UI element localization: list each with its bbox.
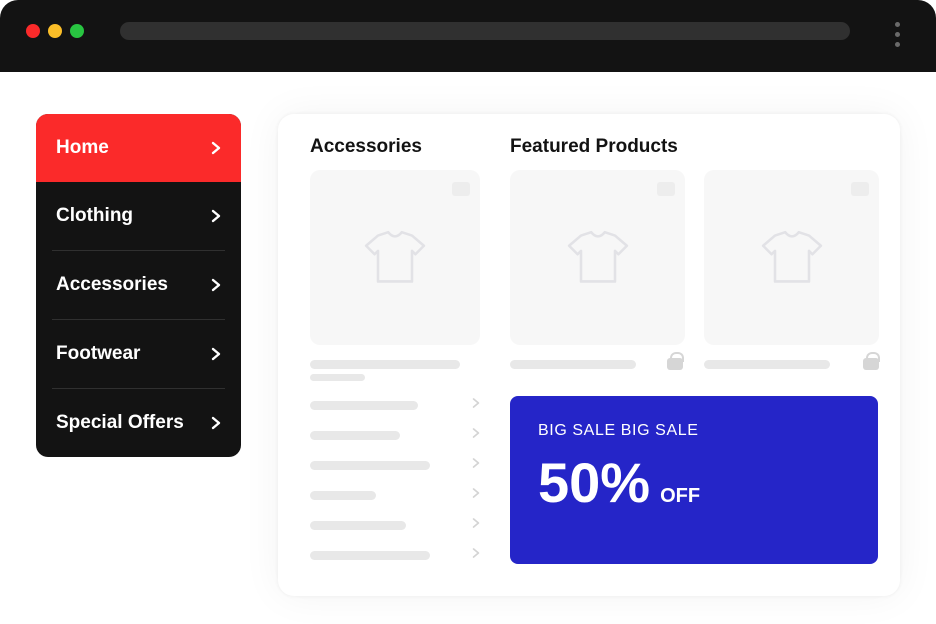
sidebar-item-accessories[interactable]: Accessories bbox=[36, 251, 241, 319]
placeholder-line bbox=[310, 431, 400, 440]
promo-subtitle: BIG SALE BIG SALE bbox=[538, 422, 850, 440]
sidebar-item-label: Special Offers bbox=[56, 412, 184, 434]
chevron-right-icon bbox=[472, 516, 480, 534]
placeholder-line bbox=[310, 461, 430, 470]
placeholder-line bbox=[310, 551, 430, 560]
promo-banner[interactable]: BIG SALE BIG SALE 50% OFF bbox=[510, 396, 878, 564]
kebab-dot bbox=[895, 32, 900, 37]
placeholder-line bbox=[310, 360, 460, 369]
browser-chrome bbox=[0, 0, 936, 72]
tshirt-icon bbox=[758, 229, 826, 294]
cart-icon[interactable] bbox=[863, 354, 879, 372]
window-close-dot[interactable] bbox=[26, 24, 40, 38]
sidebar-item-home[interactable]: Home bbox=[36, 114, 241, 182]
app-frame: Home Clothing Accessories Footwear Speci… bbox=[0, 0, 936, 624]
featured-heading: Featured Products bbox=[510, 136, 678, 158]
accessories-heading: Accessories bbox=[310, 136, 422, 158]
placeholder-line bbox=[704, 360, 830, 369]
tag-icon bbox=[657, 180, 675, 198]
chevron-right-icon bbox=[211, 141, 221, 155]
placeholder-line bbox=[310, 401, 418, 410]
chevron-right-icon bbox=[211, 209, 221, 223]
chevron-right-icon bbox=[472, 546, 480, 564]
sidebar-item-label: Clothing bbox=[56, 205, 133, 227]
promo-percent: 50% bbox=[538, 450, 650, 515]
kebab-menu[interactable] bbox=[895, 22, 900, 47]
chevron-right-icon bbox=[211, 347, 221, 361]
chevron-right-icon bbox=[211, 278, 221, 292]
cart-icon[interactable] bbox=[667, 354, 683, 372]
product-card[interactable] bbox=[510, 170, 685, 345]
address-bar[interactable] bbox=[120, 22, 850, 40]
accessory-sub-item[interactable] bbox=[310, 516, 480, 534]
promo-headline: 50% OFF bbox=[538, 440, 850, 515]
chevron-right-icon bbox=[472, 486, 480, 504]
window-maximize-dot[interactable] bbox=[70, 24, 84, 38]
tshirt-icon bbox=[361, 229, 429, 294]
tag-icon bbox=[452, 180, 470, 198]
window-minimize-dot[interactable] bbox=[48, 24, 62, 38]
chevron-right-icon bbox=[472, 426, 480, 444]
placeholder-line bbox=[310, 491, 376, 500]
placeholder-line bbox=[310, 374, 365, 381]
accessory-sub-item[interactable] bbox=[310, 456, 480, 474]
kebab-dot bbox=[895, 42, 900, 47]
sidebar-menu: Home Clothing Accessories Footwear Speci… bbox=[36, 114, 241, 457]
promo-off: OFF bbox=[660, 485, 700, 507]
kebab-dot bbox=[895, 22, 900, 27]
chevron-right-icon bbox=[472, 456, 480, 474]
accessory-sub-item[interactable] bbox=[310, 486, 480, 504]
sidebar-item-label: Footwear bbox=[56, 343, 140, 365]
sidebar-item-label: Accessories bbox=[56, 274, 168, 296]
tshirt-icon bbox=[564, 229, 632, 294]
chevron-right-icon bbox=[472, 396, 480, 414]
sidebar-item-clothing[interactable]: Clothing bbox=[36, 182, 241, 250]
tag-icon bbox=[851, 180, 869, 198]
sidebar-item-label: Home bbox=[56, 137, 109, 159]
placeholder-line bbox=[310, 521, 406, 530]
product-card[interactable] bbox=[310, 170, 480, 345]
accessory-sub-item[interactable] bbox=[310, 546, 480, 564]
main-panel: Accessories Featured Products BIG bbox=[278, 114, 900, 596]
accessory-sub-item[interactable] bbox=[310, 396, 480, 414]
placeholder-line bbox=[510, 360, 636, 369]
accessory-sub-item[interactable] bbox=[310, 426, 480, 444]
sidebar-item-footwear[interactable]: Footwear bbox=[36, 320, 241, 388]
product-card[interactable] bbox=[704, 170, 879, 345]
chevron-right-icon bbox=[211, 416, 221, 430]
sidebar-item-special-offers[interactable]: Special Offers bbox=[36, 389, 241, 457]
